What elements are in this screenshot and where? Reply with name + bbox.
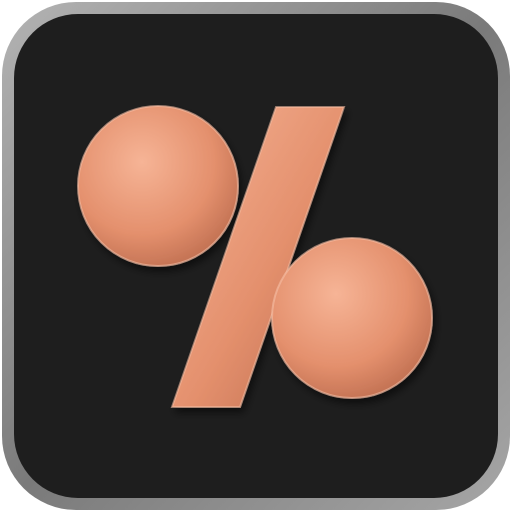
- percent-top-circle: [77, 105, 239, 267]
- percent-bottom-circle: [271, 237, 433, 399]
- percent-icon: [2, 2, 510, 510]
- app-icon[interactable]: [0, 0, 512, 512]
